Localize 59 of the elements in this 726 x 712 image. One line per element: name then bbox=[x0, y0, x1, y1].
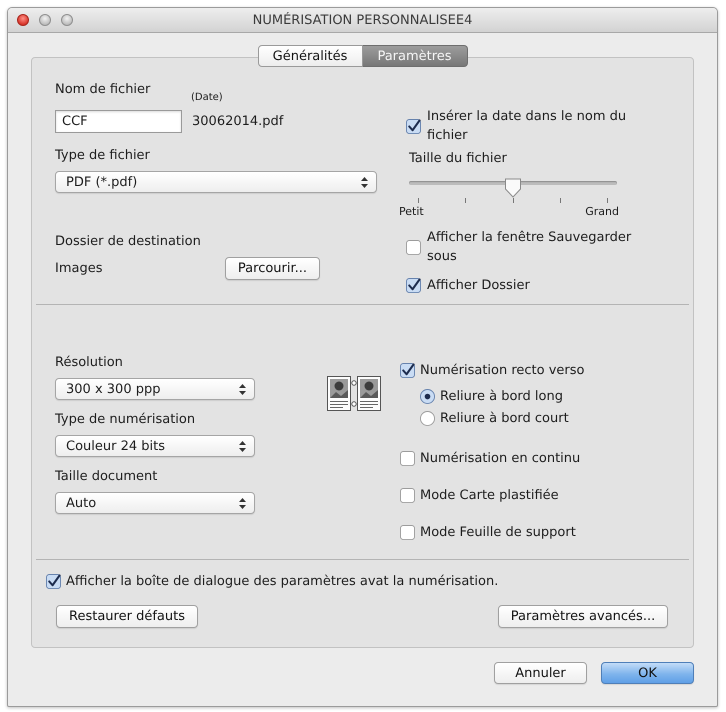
tick-mark bbox=[465, 198, 466, 203]
option-label: Afficher la boîte de dialogue des paramètres avat la numérisation. bbox=[66, 573, 498, 591]
tick-mark bbox=[418, 198, 419, 203]
checkbox[interactable] bbox=[400, 451, 415, 466]
checkbox[interactable] bbox=[406, 240, 421, 254]
checkbox[interactable] bbox=[406, 278, 421, 293]
checkbox[interactable] bbox=[400, 488, 415, 503]
field-label: Type de numérisation bbox=[55, 412, 196, 428]
advanced-settings-button[interactable]: Paramètres avancés... bbox=[498, 605, 668, 628]
up-down-arrows-icon bbox=[239, 384, 246, 394]
zoom-button[interactable] bbox=[61, 14, 73, 26]
tab[interactable]: Généralités bbox=[258, 45, 362, 67]
field-label: Résolution bbox=[55, 355, 123, 371]
filename-field[interactable]: CCF bbox=[55, 110, 182, 133]
date-label: (Date) bbox=[191, 92, 223, 104]
tick-mark bbox=[607, 198, 608, 203]
field-label: Nom de fichier bbox=[55, 82, 152, 98]
slider-label: Taille du fichier bbox=[409, 151, 508, 167]
option-label: Mode Feuille de support bbox=[420, 524, 576, 542]
option-label: Reliure à bord long bbox=[440, 388, 563, 406]
browse-button[interactable]: Parcourir... bbox=[225, 257, 320, 280]
window-title: NUMÉRISATION PERSONNALISEE4 bbox=[252, 12, 472, 28]
restore-defaults-button[interactable]: Restaurer défauts bbox=[56, 605, 198, 628]
field-label: Dossier de destination bbox=[55, 234, 201, 250]
up-down-arrows-icon bbox=[361, 176, 368, 188]
field-label: Taille document bbox=[55, 469, 158, 485]
file-size-slider[interactable] bbox=[409, 178, 617, 198]
field-label: Type de fichier bbox=[55, 148, 150, 164]
checkbox[interactable] bbox=[46, 574, 61, 589]
double-page-icon bbox=[327, 376, 381, 411]
scale-label: Petit bbox=[399, 206, 424, 218]
radio-button[interactable] bbox=[420, 389, 435, 404]
option-label: Reliure à bord court bbox=[440, 410, 569, 428]
option-label: Mode Carte plastifiée bbox=[420, 487, 559, 505]
option-label: Insérer la date dans le nom du fichier bbox=[427, 108, 628, 145]
cancel-button[interactable]: Annuler bbox=[494, 662, 587, 684]
tick-mark bbox=[560, 198, 561, 203]
radio-button[interactable] bbox=[420, 411, 435, 426]
option-label: Numérisation en continu bbox=[420, 450, 580, 468]
ok-button[interactable]: OK bbox=[601, 662, 694, 684]
up-down-arrows-icon bbox=[239, 498, 246, 508]
close-button[interactable] bbox=[17, 14, 29, 26]
dropdown-select[interactable]: Auto bbox=[55, 492, 255, 514]
tick-mark bbox=[512, 198, 514, 203]
slider-thumb[interactable] bbox=[504, 178, 522, 198]
dropdown-select[interactable]: 300 x 300 ppp bbox=[55, 378, 255, 400]
checkbox[interactable] bbox=[400, 525, 415, 540]
checkbox[interactable] bbox=[400, 363, 415, 378]
minimize-button[interactable] bbox=[39, 14, 51, 26]
up-down-arrows-icon bbox=[239, 440, 246, 452]
scale-label: Grand bbox=[585, 206, 619, 218]
checkbox[interactable] bbox=[406, 118, 421, 134]
dropdown-select[interactable]: Couleur 24 bits bbox=[55, 435, 255, 457]
folder-name: Images bbox=[55, 260, 104, 276]
file-type-select[interactable]: PDF (*.pdf) bbox=[55, 171, 377, 193]
date-value: 30062014.pdf bbox=[192, 114, 284, 130]
option-label: Numérisation recto verso bbox=[420, 362, 585, 380]
option-label: Afficher Dossier bbox=[427, 277, 530, 295]
option-label: Afficher la fenêtre Sauvegarder sous bbox=[427, 229, 632, 266]
